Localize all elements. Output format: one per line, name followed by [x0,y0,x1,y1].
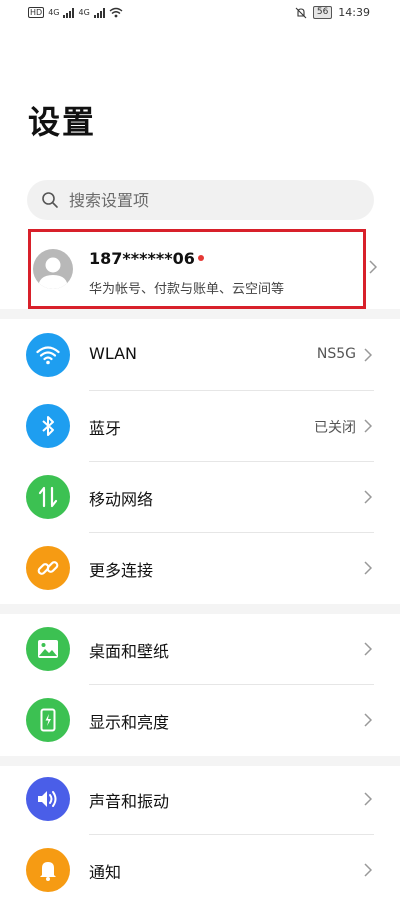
chevron-right-icon [364,792,372,806]
net-label-2: 4G [78,8,90,17]
chevron-right-icon [364,713,372,727]
settings-item-notifications[interactable]: 通知 [0,835,400,906]
avatar [33,249,73,289]
page-title: 设置 [28,103,97,141]
settings-item-mobile-network[interactable]: 移动网络 [0,462,400,533]
account-name-text: 187******06 [89,249,195,268]
search-input[interactable] [67,189,351,211]
search-icon [42,192,58,208]
settings-item-wallpaper[interactable]: 桌面和壁纸 [0,614,400,685]
chevron-right-icon [364,561,372,575]
item-label: 显示和亮度 [89,713,170,732]
item-label: 移动网络 [89,490,154,509]
mute-icon [295,7,307,18]
settings-item-bluetooth[interactable]: 蓝牙 已关闭 [0,391,400,462]
item-value: 已关闭 [314,420,356,436]
clock: 14:39 [338,6,370,19]
item-value: NS5G [316,346,356,362]
hd-badge: HD [28,7,45,18]
chevron-right-icon [369,260,377,274]
chevron-right-icon [364,348,372,362]
wallpaper-icon [26,627,70,671]
account-name: 187******06 [89,249,204,268]
chevron-right-icon [364,490,372,504]
account-subtitle: 华为帐号、付款与账单、云空间等 [89,282,285,297]
unread-dot [197,254,204,261]
battery-icon: 56 [312,6,333,19]
chevron-right-icon [364,419,372,433]
mobile-data-icon [26,475,70,519]
settings-item-wlan[interactable]: WLAN NS5G [0,320,400,391]
item-label: WLAN [89,344,138,363]
settings-item-more-connections[interactable]: 更多连接 [0,533,400,604]
item-label: 更多连接 [89,561,154,580]
net-label-1: 4G [48,8,60,17]
wifi-icon [26,333,70,377]
status-bar: HD 4G 4G 56 14:39 [0,0,400,28]
item-label: 蓝牙 [89,419,122,438]
chevron-right-icon [364,642,372,656]
settings-item-sound[interactable]: 声音和振动 [0,764,400,835]
item-label: 通知 [89,863,122,882]
section-divider [0,604,400,614]
signal-icon [93,7,105,18]
chevron-right-icon [364,863,372,877]
display-icon [26,698,70,742]
wifi-status-icon [109,7,123,18]
settings-item-display[interactable]: 显示和亮度 [0,685,400,756]
item-label: 桌面和壁纸 [89,642,170,661]
search-bar[interactable] [27,180,374,220]
account-card[interactable]: 187******06 华为帐号、付款与账单、云空间等 [28,229,377,309]
sound-icon [26,777,70,821]
signal-icon [63,7,75,18]
section-divider [0,309,400,319]
notification-icon [26,848,70,892]
link-icon [26,546,70,590]
item-label: 声音和振动 [89,792,170,811]
bluetooth-icon [26,404,70,448]
